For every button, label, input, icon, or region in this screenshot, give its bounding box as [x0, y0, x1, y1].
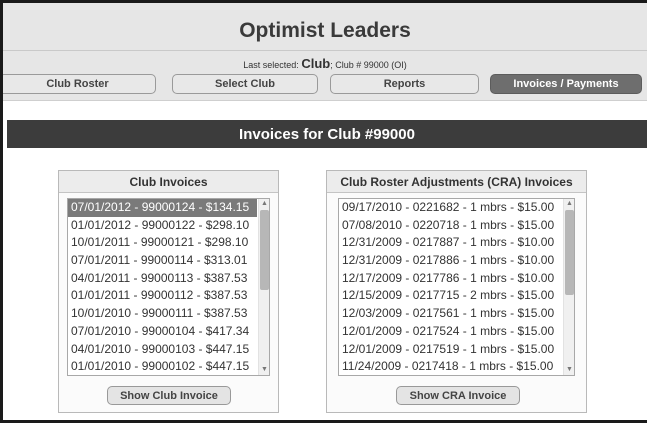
list-item[interactable]: 10/01/2011 - 99000121 - $298.10 [68, 234, 257, 252]
club-invoices-list: 07/01/2012 - 99000124 - $134.15 01/01/201… [68, 199, 257, 375]
cra-invoices-list: 09/17/2010 - 0221682 - 1 mbrs - $15.00 07… [339, 199, 562, 375]
list-item[interactable]: 07/01/2010 - 99000104 - $417.34 [68, 323, 257, 341]
app-title: Optimist Leaders [239, 19, 411, 42]
list-item[interactable]: 07/01/2011 - 99000114 - $313.01 [68, 252, 257, 270]
list-item[interactable]: 12/17/2009 - 0217786 - 1 mbrs - $10.00 [339, 270, 562, 288]
list-item[interactable]: 07/08/2010 - 0220718 - 1 mbrs - $15.00 [339, 217, 562, 235]
list-item[interactable]: 01/01/2012 - 99000122 - $298.10 [68, 217, 257, 235]
list-item[interactable]: 10/01/2010 - 99000111 - $387.53 [68, 305, 257, 323]
list-item[interactable]: 04/01/2011 - 99000113 - $387.53 [68, 270, 257, 288]
list-item[interactable]: 01/01/2011 - 99000112 - $387.53 [68, 287, 257, 305]
cra-invoices-listbox[interactable]: 09/17/2010 - 0221682 - 1 mbrs - $15.00 07… [338, 198, 575, 376]
scroll-down-arrow-icon[interactable]: ▼ [259, 365, 269, 375]
list-item[interactable]: 12/31/2009 - 0217886 - 1 mbrs - $10.00 [339, 252, 562, 270]
scroll-up-arrow-icon[interactable]: ▲ [564, 199, 574, 209]
cra-invoices-heading: Club Roster Adjustments (CRA) Invoices [327, 171, 586, 193]
show-club-invoice-button[interactable]: Show Club Invoice [107, 386, 231, 405]
list-item[interactable]: 12/03/2009 - 0217561 - 1 mbrs - $15.00 [339, 305, 562, 323]
scroll-down-arrow-icon[interactable]: ▼ [564, 365, 574, 375]
scroll-thumb[interactable] [565, 210, 574, 295]
show-cra-invoice-button[interactable]: Show CRA Invoice [396, 386, 520, 405]
last-selected-suffix: ; Club # 99000 (OI) [330, 60, 407, 70]
list-item[interactable]: 12/31/2009 - 0217887 - 1 mbrs - $10.00 [339, 234, 562, 252]
last-selected-info: Last selected: Club; Club # 99000 (OI) [3, 56, 647, 71]
list-item[interactable]: 12/15/2009 - 0217715 - 2 mbrs - $15.00 [339, 287, 562, 305]
header: Optimist Leaders Last selected: Club; Cl… [3, 3, 647, 101]
club-invoices-scrollbar[interactable]: ▲ ▼ [258, 199, 269, 375]
nav-select-club-button[interactable]: Select Club [172, 74, 318, 94]
list-item[interactable]: 01/01/2010 - 99000102 - $447.15 [68, 358, 257, 375]
app-window: Optimist Leaders Last selected: Club; Cl… [3, 3, 647, 420]
list-item[interactable]: 04/01/2010 - 99000103 - $447.15 [68, 341, 257, 359]
list-item[interactable]: 07/01/2012 - 99000124 - $134.15 [68, 199, 257, 217]
last-selected-club: Club [301, 56, 331, 71]
nav-reports-button[interactable]: Reports [330, 74, 479, 94]
header-divider [3, 50, 647, 51]
nav-invoices-payments-button[interactable]: Invoices / Payments [490, 74, 642, 94]
list-item[interactable]: 12/01/2009 - 0217524 - 1 mbrs - $15.00 [339, 323, 562, 341]
section-title: Invoices for Club #99000 [7, 120, 647, 148]
scroll-thumb[interactable] [260, 210, 269, 290]
list-item[interactable]: 09/17/2010 - 0221682 - 1 mbrs - $15.00 [339, 199, 562, 217]
club-invoices-heading: Club Invoices [59, 171, 278, 193]
last-selected-prefix: Last selected: [243, 60, 299, 70]
list-item[interactable]: 12/01/2009 - 0217519 - 1 mbrs - $15.00 [339, 341, 562, 359]
club-invoices-listbox[interactable]: 07/01/2012 - 99000124 - $134.15 01/01/201… [67, 198, 270, 376]
scroll-up-arrow-icon[interactable]: ▲ [259, 199, 269, 209]
cra-invoices-scrollbar[interactable]: ▲ ▼ [563, 199, 574, 375]
nav-club-roster-button[interactable]: Club Roster [3, 74, 156, 94]
cra-invoices-panel: Club Roster Adjustments (CRA) Invoices 0… [326, 170, 587, 413]
club-invoices-panel: Club Invoices 07/01/2012 - 99000124 - $1… [58, 170, 279, 413]
list-item[interactable]: 11/24/2009 - 0217418 - 1 mbrs - $15.00 [339, 358, 562, 375]
